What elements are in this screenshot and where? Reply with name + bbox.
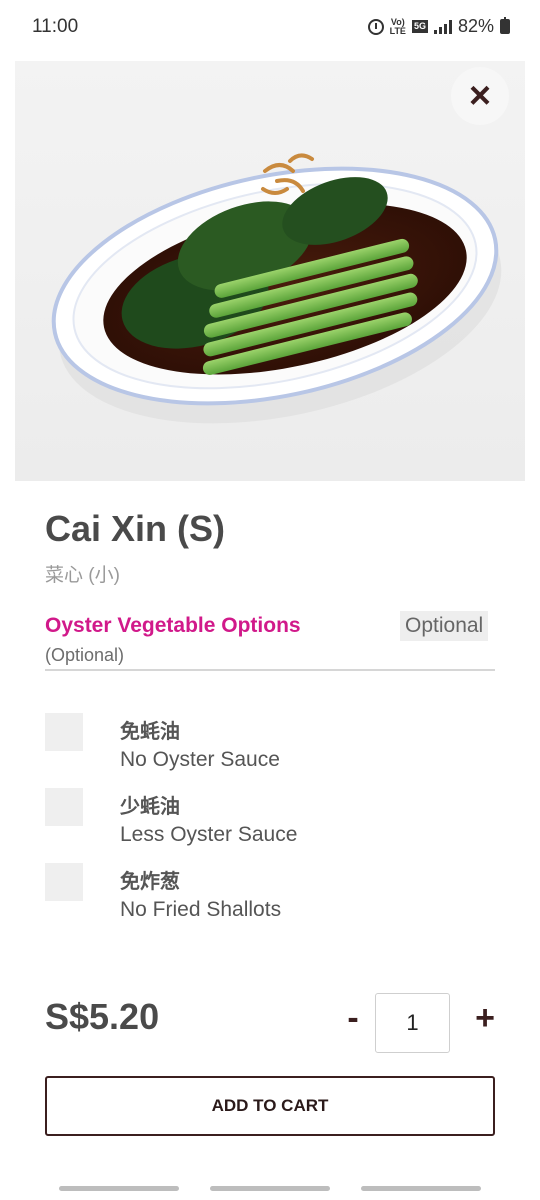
status-time: 11:00 [32, 16, 79, 37]
close-icon: × [468, 74, 492, 117]
item-price: S$5.20 [45, 996, 160, 1037]
divider [45, 669, 495, 671]
optional-badge: Optional [400, 611, 489, 641]
battery-percent: 82% [457, 16, 494, 36]
option-label-zh: 免蚝油 [120, 721, 180, 743]
battery-icon [500, 17, 510, 34]
add-to-cart-button[interactable]: ADD TO CART [45, 1076, 495, 1136]
option-label-zh: 少蚝油 [120, 796, 180, 818]
nav-bar-left[interactable] [59, 1186, 179, 1191]
dish-illustration [51, 153, 502, 424]
options-group-subtitle: (Optional) [45, 645, 125, 665]
quantity-input[interactable]: 1 [375, 993, 450, 1053]
dish-image: × [15, 61, 525, 481]
option-label-en: Less Oyster Sauce [120, 823, 298, 846]
volte-label-bottom: LTE [389, 25, 406, 36]
option-item[interactable]: 免炸葱 No Fried Shallots [45, 863, 495, 933]
5g-icon: 5G [411, 20, 428, 33]
option-label-zh: 免炸葱 [120, 871, 180, 893]
alarm-icon [367, 18, 384, 35]
increase-quantity-button[interactable]: + [470, 998, 500, 1038]
volte-icon: Vo) LTE [389, 17, 406, 36]
status-icons: Vo) LTE 5G 82% [367, 16, 510, 37]
option-item[interactable]: 少蚝油 Less Oyster Sauce [45, 788, 495, 858]
option-label-en: No Fried Shallots [120, 898, 282, 921]
options-group-title: Oyster Vegetable Options [45, 614, 301, 637]
item-subtitle: 菜心 (小) [45, 565, 120, 586]
nav-bar-right[interactable] [361, 1186, 481, 1191]
option-checkbox[interactable] [45, 863, 83, 901]
status-bar: 11:00 Vo) LTE 5G 82% [0, 0, 540, 56]
close-button[interactable]: × [451, 67, 509, 125]
option-checkbox[interactable] [45, 788, 83, 826]
option-checkbox[interactable] [45, 713, 83, 751]
nav-bar-center[interactable] [210, 1186, 330, 1191]
option-item[interactable]: 免蚝油 No Oyster Sauce [45, 713, 495, 783]
signal-icon [433, 19, 452, 34]
decrease-quantity-button[interactable]: - [340, 998, 366, 1038]
item-title: Cai Xin (S) [45, 508, 226, 549]
option-label-en: No Oyster Sauce [120, 748, 280, 771]
